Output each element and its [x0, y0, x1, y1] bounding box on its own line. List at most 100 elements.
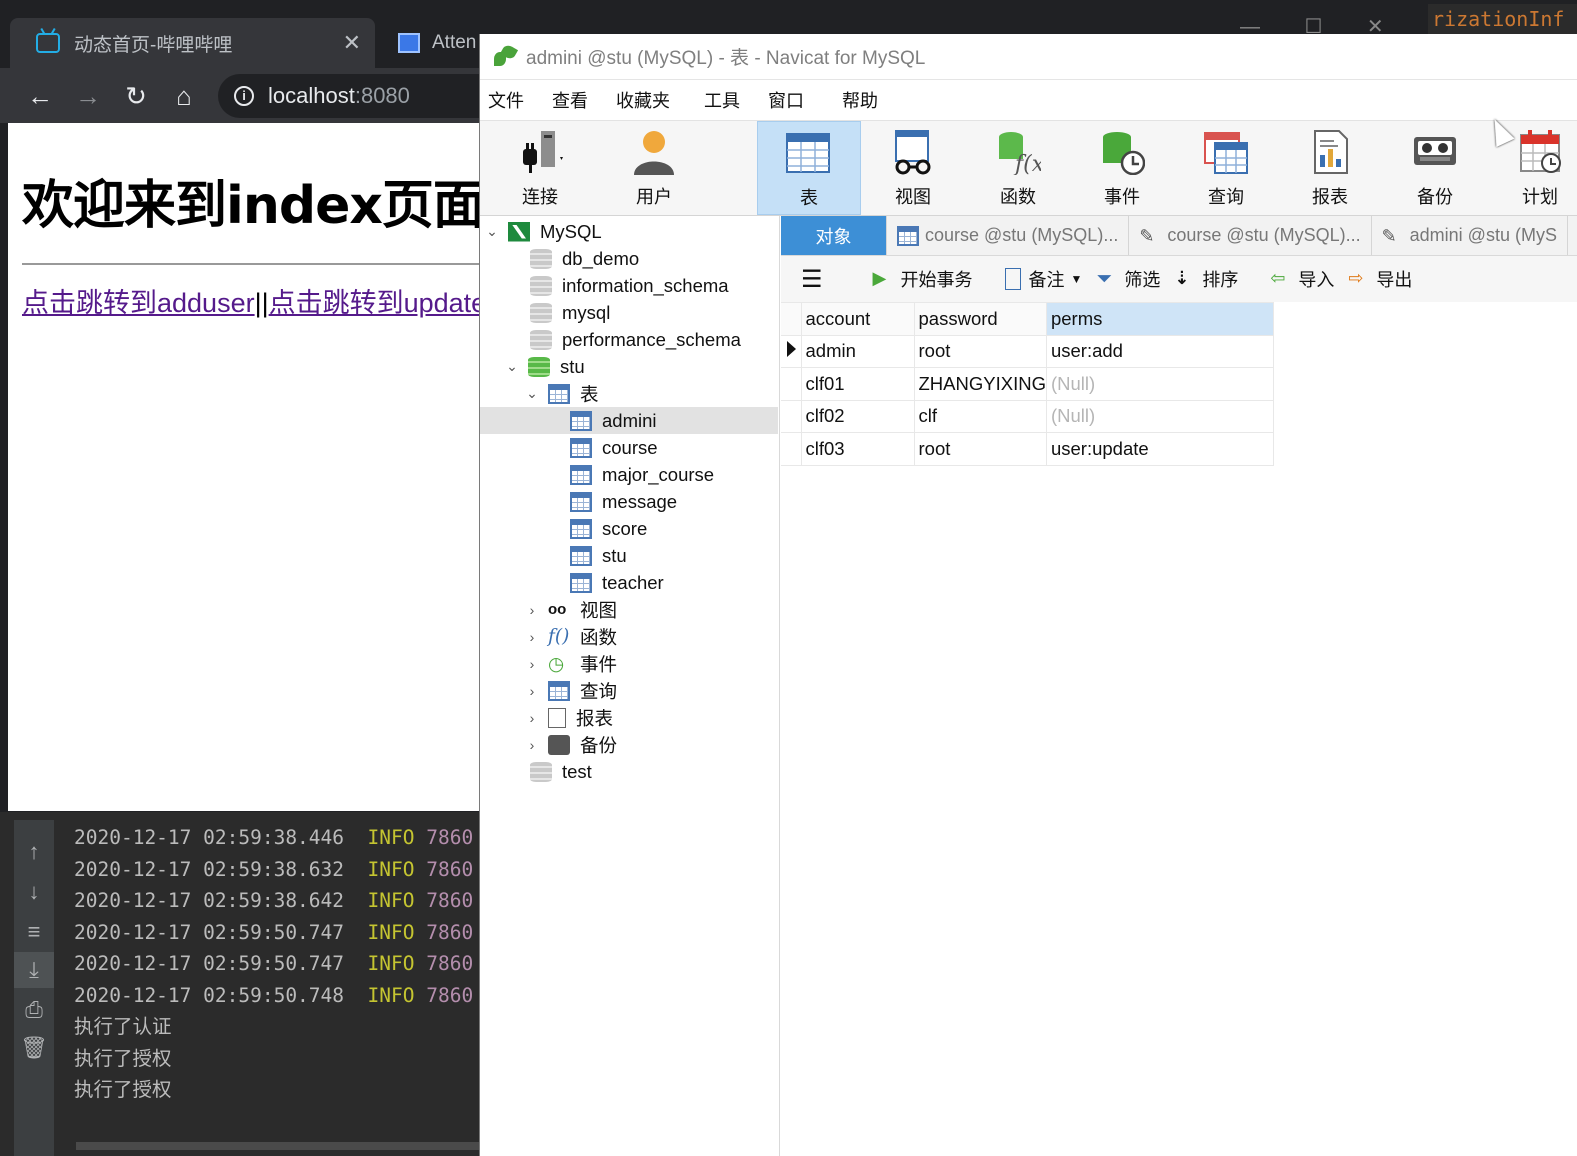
query-icon	[1204, 132, 1248, 174]
toolbar-connection-button[interactable]: 连接	[490, 121, 590, 215]
tree-node-queries-folder[interactable]: › 查询	[524, 677, 617, 704]
filter-button[interactable]: ⏷ 筛选	[1096, 266, 1160, 292]
tab-course-1[interactable]: course @stu (MySQL)...	[887, 216, 1130, 255]
toolbar-user-button[interactable]: 用户	[604, 121, 704, 215]
toolbar-backup-button[interactable]: 备份	[1385, 121, 1485, 215]
table-row[interactable]: clf02 clf (Null)	[781, 399, 1274, 433]
site-info-icon[interactable]: i	[234, 86, 254, 106]
chevron-right-icon[interactable]: ›	[524, 710, 540, 726]
tree-node-backups-folder[interactable]: › 备份	[524, 731, 617, 758]
soft-wrap-icon[interactable]: ≡	[14, 914, 54, 950]
toolbar-function-button[interactable]: f(x) 函数	[968, 121, 1068, 215]
import-button[interactable]: ⇦ 导入	[1270, 266, 1334, 292]
current-row-indicator	[781, 334, 802, 368]
sort-button[interactable]: ⇣ 排序	[1174, 266, 1238, 292]
table-row[interactable]: admin root user:add	[781, 334, 1274, 368]
tree-node-views-folder[interactable]: › oo 视图	[524, 596, 617, 623]
cell-password[interactable]: ZHANGYIXING	[913, 367, 1047, 401]
hamburger-menu-icon[interactable]: ☰	[801, 265, 823, 294]
chevron-right-icon[interactable]: ›	[524, 683, 540, 699]
scroll-up-arrow-icon[interactable]: ↑	[14, 834, 54, 870]
toolbar-event-button[interactable]: 事件	[1072, 121, 1172, 215]
export-button[interactable]: ⇨ 导出	[1348, 266, 1412, 292]
browser-tab-bilibili[interactable]: 动态首页-哔哩哔哩 ✕	[10, 18, 375, 68]
tree-label: 表	[580, 383, 599, 405]
chevron-right-icon[interactable]: ›	[524, 656, 540, 672]
function-icon: f()	[548, 625, 570, 647]
cell-account[interactable]: clf02	[800, 399, 915, 433]
menu-view[interactable]: 查看	[552, 87, 588, 113]
close-tab-icon[interactable]: ✕	[343, 30, 361, 56]
tree-node-stu-db[interactable]: ⌄ stu	[504, 353, 585, 380]
tree-node-table-teacher[interactable]: teacher	[570, 569, 664, 596]
cell-perms[interactable]: (Null)	[1045, 367, 1274, 401]
cell-account[interactable]: clf01	[800, 367, 915, 401]
forward-arrow-icon[interactable]: →	[70, 78, 106, 114]
tree-node-table-stu[interactable]: stu	[570, 542, 627, 569]
menu-file[interactable]: 文件	[488, 87, 524, 113]
menu-tools[interactable]: 工具	[704, 87, 740, 113]
tree-node-table-admini[interactable]: admini	[480, 407, 778, 434]
cell-account[interactable]: admin	[800, 334, 915, 368]
button-label: 开始事务	[900, 270, 973, 290]
tree-node-information-schema[interactable]: information_schema	[530, 272, 729, 299]
chevron-right-icon[interactable]: ›	[524, 629, 540, 645]
scroll-down-arrow-icon[interactable]: ↓	[14, 874, 54, 910]
table-row[interactable]: clf03 root user:update	[781, 432, 1274, 466]
column-header-password[interactable]: password	[913, 302, 1047, 336]
table-icon	[570, 410, 592, 431]
cell-perms[interactable]: user:update	[1045, 432, 1274, 466]
tree-node-tables-folder[interactable]: ⌄ 表	[524, 380, 599, 407]
menu-help[interactable]: 帮助	[842, 87, 878, 113]
print-icon[interactable]: ⎙	[14, 992, 54, 1028]
back-arrow-icon[interactable]: ←	[22, 78, 58, 114]
tree-node-reports-folder[interactable]: › 报表	[524, 704, 613, 731]
horizontal-scrollbar[interactable]	[76, 1142, 485, 1150]
menu-favorites[interactable]: 收藏夹	[616, 87, 670, 113]
cell-account[interactable]: clf03	[800, 432, 915, 466]
tree-node-table-score[interactable]: score	[570, 515, 647, 542]
tree-node-mysql-db[interactable]: mysql	[530, 299, 610, 326]
table-row[interactable]: clf01 ZHANGYIXING (Null)	[781, 367, 1274, 401]
cell-password[interactable]: root	[913, 334, 1047, 368]
reload-icon[interactable]: ↻	[118, 78, 154, 114]
chevron-down-icon[interactable]: ⌄	[504, 358, 520, 375]
dropdown-arrow-icon[interactable]: ▼	[1071, 272, 1083, 286]
link-adduser[interactable]: 点击跳转到adduser	[22, 288, 255, 318]
memo-button[interactable]: 备注 ▼	[1004, 266, 1083, 292]
scroll-to-end-icon[interactable]: ⤓	[14, 952, 54, 988]
toolbar-view-button[interactable]: 视图	[863, 121, 963, 215]
tree-node-table-message[interactable]: message	[570, 488, 677, 515]
trash-icon[interactable]: 🗑	[14, 1030, 54, 1066]
chevron-down-icon[interactable]: ⌄	[484, 223, 500, 240]
toolbar-report-button[interactable]: 报表	[1280, 121, 1380, 215]
column-header-account[interactable]: account	[800, 302, 915, 336]
tree-node-functions-folder[interactable]: › f() 函数	[524, 623, 617, 650]
transaction-icon: ▶	[872, 268, 887, 288]
cell-perms[interactable]: (Null)	[1045, 399, 1274, 433]
toolbar-table-button[interactable]: 表	[757, 121, 861, 215]
tree-node-table-course[interactable]: course	[570, 434, 658, 461]
tree-node-db-demo[interactable]: db_demo	[530, 245, 639, 272]
tree-node-mysql-connection[interactable]: ⌄ MySQL	[484, 218, 602, 245]
toolbar-query-button[interactable]: 查询	[1176, 121, 1276, 215]
home-icon[interactable]: ⌂	[166, 78, 202, 114]
tree-node-table-major-course[interactable]: major_course	[570, 461, 714, 488]
tree-node-performance-schema[interactable]: performance_schema	[530, 326, 741, 353]
chevron-down-icon[interactable]: ⌄	[524, 385, 540, 402]
tree-node-events-folder[interactable]: › ◷ 事件	[524, 650, 617, 677]
chevron-right-icon[interactable]: ›	[524, 602, 540, 618]
cell-password[interactable]: clf	[913, 399, 1047, 433]
cell-perms[interactable]: user:add	[1045, 334, 1274, 368]
column-header-perms[interactable]: perms	[1045, 302, 1274, 336]
tree-node-test-db[interactable]: test	[530, 758, 592, 785]
cell-password[interactable]: root	[913, 432, 1047, 466]
tab-objects[interactable]: 对象	[781, 216, 887, 255]
web-page-content: 欢迎来到index页面 点击跳转到adduser||点击跳转到update	[8, 123, 488, 811]
chevron-right-icon[interactable]: ›	[524, 737, 540, 753]
link-update[interactable]: 点击跳转到update	[269, 288, 487, 318]
begin-transaction-button[interactable]: ▶ 开始事务	[873, 266, 973, 292]
menu-window[interactable]: 窗口	[768, 87, 804, 113]
tab-admini[interactable]: ✎ admini @stu (MyS	[1372, 216, 1568, 255]
tab-course-2[interactable]: ✎ course @stu (MySQL)...	[1129, 216, 1372, 255]
